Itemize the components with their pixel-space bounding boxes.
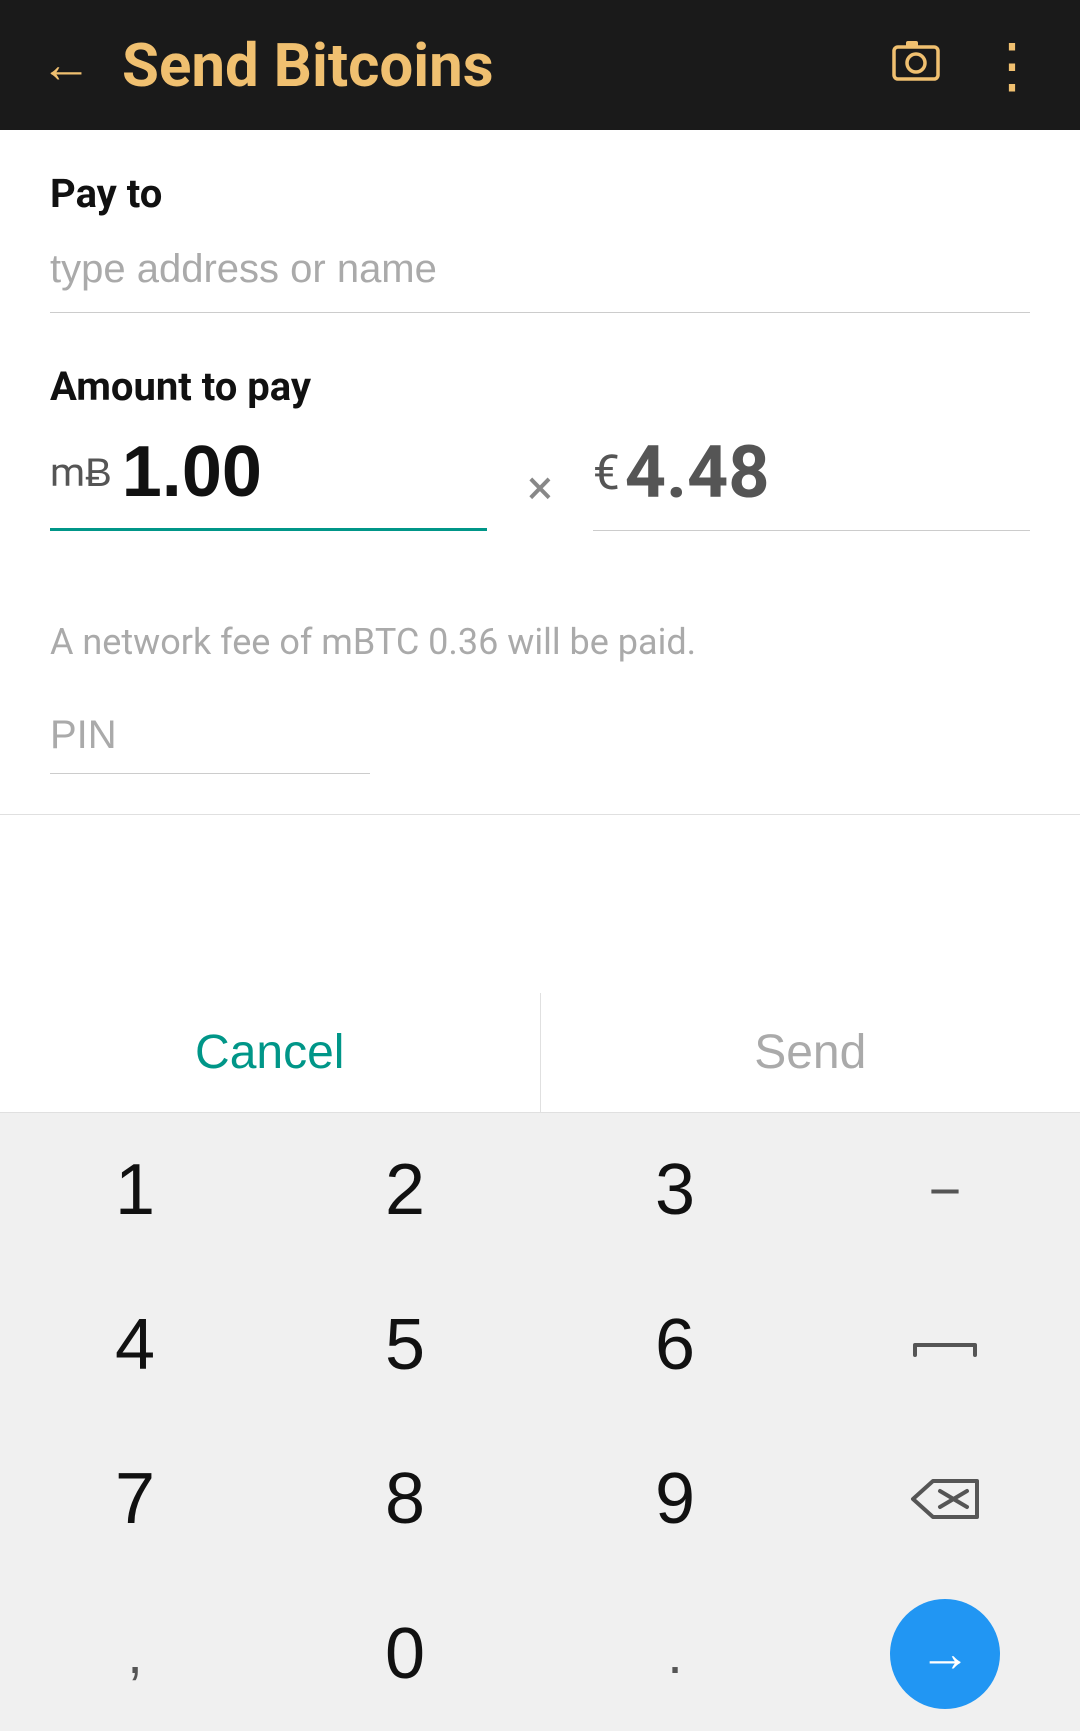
- app-header: ← Send Bitcoins ⋮: [0, 0, 1080, 130]
- key-7[interactable]: 7: [0, 1422, 270, 1577]
- pay-to-label: Pay to: [50, 170, 1030, 217]
- enter-button[interactable]: →: [890, 1599, 1000, 1709]
- key-enter[interactable]: →: [810, 1577, 1080, 1731]
- amount-eur-field: € 4.48: [593, 430, 1030, 531]
- cancel-button[interactable]: Cancel: [0, 993, 541, 1112]
- key-0[interactable]: 0: [270, 1577, 540, 1731]
- numeric-keyboard: 1 2 3 − 4 5 6 7 8 9 , 0 . →: [0, 1113, 1080, 1731]
- main-content: Pay to Amount to pay mɃ × € 4.48 A netwo…: [0, 130, 1080, 993]
- key-4[interactable]: 4: [0, 1268, 270, 1423]
- action-buttons: Cancel Send: [0, 993, 1080, 1113]
- amount-row: mɃ × € 4.48: [50, 430, 1030, 531]
- btc-currency-label: mɃ: [50, 449, 112, 496]
- eur-symbol: €: [593, 444, 620, 501]
- camera-icon[interactable]: [890, 33, 942, 98]
- pay-to-input[interactable]: [50, 237, 1030, 313]
- eur-value: 4.48: [625, 430, 770, 515]
- key-space[interactable]: [810, 1268, 1080, 1423]
- key-1[interactable]: 1: [0, 1113, 270, 1268]
- amount-btc-input[interactable]: [122, 431, 487, 513]
- key-9[interactable]: 9: [540, 1422, 810, 1577]
- key-8[interactable]: 8: [270, 1422, 540, 1577]
- page-title: Send Bitcoins: [122, 30, 890, 101]
- pay-to-section: Pay to: [50, 170, 1030, 363]
- pin-input[interactable]: [50, 703, 370, 774]
- amount-section: Amount to pay mɃ × € 4.48: [50, 363, 1030, 531]
- network-fee-text: A network fee of mBTC 0.36 will be paid.: [50, 621, 1030, 663]
- amount-label: Amount to pay: [50, 363, 1030, 410]
- enter-arrow-icon: →: [919, 1624, 971, 1684]
- key-dash[interactable]: −: [810, 1113, 1080, 1268]
- key-comma[interactable]: ,: [0, 1577, 270, 1731]
- divider: [0, 814, 1080, 815]
- key-3[interactable]: 3: [540, 1113, 810, 1268]
- send-button[interactable]: Send: [541, 993, 1080, 1112]
- key-period[interactable]: .: [540, 1577, 810, 1731]
- amount-btc-field: mɃ: [50, 431, 487, 531]
- key-5[interactable]: 5: [270, 1268, 540, 1423]
- back-button[interactable]: ←: [40, 39, 92, 91]
- key-backspace[interactable]: [810, 1422, 1080, 1577]
- key-6[interactable]: 6: [540, 1268, 810, 1423]
- header-actions: ⋮: [890, 30, 1040, 101]
- key-2[interactable]: 2: [270, 1113, 540, 1268]
- more-options-icon[interactable]: ⋮: [982, 30, 1040, 101]
- multiplier-symbol: ×: [507, 459, 573, 531]
